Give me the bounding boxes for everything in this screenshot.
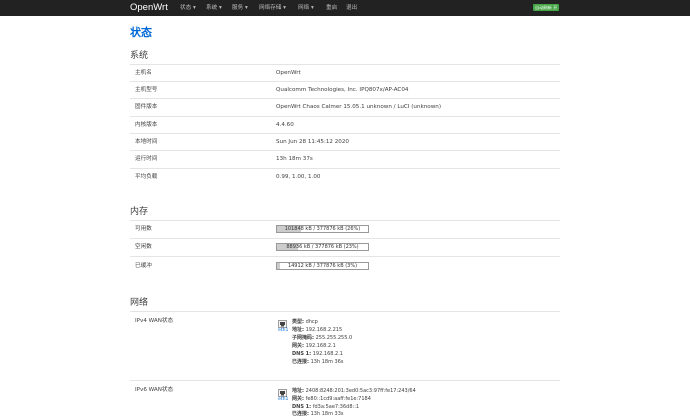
divider (130, 220, 560, 221)
progress-text: 101848 kB / 377876 kB (26%) (284, 226, 361, 232)
field-value: 13h 18m 36s (310, 359, 344, 365)
divider (130, 133, 560, 134)
row-label-mem-free: 空闲数 (135, 244, 152, 250)
ipv4-connected-line: 已连接: 13h 18m 36s (292, 359, 344, 365)
field-value: dhcp (305, 319, 318, 325)
divider (130, 150, 560, 151)
field-value: 192.168.2.1 (305, 343, 336, 349)
menu-status[interactable]: 状态 ▾ (180, 3, 196, 13)
field-value: 192.168.2.1 (312, 351, 343, 357)
row-value-model: Qualcomm Technologies, Inc. IPQ807x/AP-A… (276, 87, 409, 93)
row-label-firmware: 固件版本 (135, 104, 158, 110)
menu-network-label: 网络 (298, 5, 310, 11)
divider (130, 98, 560, 99)
row-label-mem-available: 可用数 (135, 226, 152, 232)
field-key: 已连接: (292, 359, 309, 365)
menu-status-label: 状态 (180, 5, 192, 11)
divider (130, 238, 560, 239)
dropdown-caret-icon: ▾ (310, 5, 314, 11)
menu-services-label: 服务 (232, 5, 244, 11)
menu-nas-label: 网络存储 (259, 5, 282, 11)
divider (130, 116, 560, 117)
progress-bar-mem-available: 101848 kB / 377876 kB (26%) (276, 225, 369, 233)
row-label-localtime: 本地时间 (135, 139, 158, 145)
dropdown-caret-icon: ▾ (218, 5, 222, 11)
field-value: 255.255.255.0 (315, 335, 353, 341)
auto-refresh-badge[interactable]: 自动刷新 开 (533, 4, 560, 11)
progress-text: 14912 kB / 377876 kB (3%) (287, 263, 358, 269)
field-key: 地址: (292, 388, 304, 394)
ipv4-dns-line: DNS 1: 192.168.2.1 (292, 351, 343, 357)
row-value-uptime: 13h 18m 37s (276, 156, 313, 162)
menu-system[interactable]: 系统 ▾ (206, 3, 222, 13)
menu-logout[interactable]: 退出 (346, 3, 357, 13)
divider (130, 168, 560, 169)
field-value: 13h 18m 33s (310, 411, 344, 417)
dropdown-caret-icon: ▾ (283, 5, 286, 11)
ipv4-netmask-line: 子网掩码: 255.255.255.0 (292, 335, 352, 341)
ipv4-address-line: 地址: 192.168.2.215 (292, 327, 342, 333)
progress-text: 88936 kB / 377876 kB (23%) (286, 244, 359, 250)
section-title-system: 系统 (130, 51, 149, 61)
row-value-hostname: OpenWrt (276, 70, 301, 76)
row-label-ipv4-wan: IPv4 WAN状态 (135, 318, 174, 324)
field-value: 2408:8248:201:3ed0:5ac3:97ff:fe17:243/64 (305, 388, 416, 394)
field-key: 网关: (292, 396, 304, 402)
field-key: 类型: (292, 319, 304, 325)
divider (130, 64, 560, 65)
menu-logout-label: 退出 (346, 5, 358, 11)
row-label-uptime: 运行时间 (135, 156, 158, 162)
ipv6-address-line: 地址: 2408:8248:201:3ed0:5ac3:97ff:fe17:24… (292, 388, 416, 394)
ipv6-dns-line: DNS 1: fd3a:5ae7:36d8::1 (292, 404, 359, 410)
dropdown-caret-icon: ▾ (244, 5, 248, 11)
field-key: 已连接: (292, 411, 309, 417)
menu-reboot-label: 重启 (326, 5, 338, 11)
field-key: 地址: (292, 327, 304, 333)
brand-logo[interactable]: OpenWrt (130, 1, 168, 14)
ipv4-gateway-line: 网关: 192.168.2.1 (292, 343, 336, 349)
menu-services[interactable]: 服务 ▾ (232, 3, 248, 13)
network-port-icon (278, 389, 287, 397)
row-label-mem-buffered: 已缓冲 (135, 263, 152, 269)
ipv4-type-line: 类型: dhcp (292, 319, 318, 325)
field-key: 子网掩码: (292, 335, 314, 341)
field-value: fe80::1cd9:aaff:fe1e:7184 (305, 396, 371, 402)
interface-name: eth1 (278, 397, 289, 402)
divider (130, 380, 560, 381)
divider (130, 256, 560, 257)
menu-network[interactable]: 网络 ▾ (298, 3, 314, 13)
ipv6-gateway-line: 网关: fe80::1cd9:aaff:fe1e:7184 (292, 396, 371, 402)
field-value: 192.168.2.215 (305, 327, 343, 333)
field-value: fd3a:5ae7:36d8::1 (312, 404, 360, 410)
row-label-hostname: 主机名 (135, 70, 152, 76)
divider (130, 81, 560, 82)
row-value-load: 0.99, 1.00, 1.00 (276, 174, 321, 180)
row-value-kernel: 4.4.60 (276, 122, 294, 128)
field-key: DNS 1: (292, 404, 312, 410)
field-key: DNS 1: (292, 351, 312, 357)
row-label-ipv6-wan: IPv6 WAN状态 (135, 387, 174, 393)
field-key: 网关: (292, 343, 304, 349)
row-label-model: 主机型号 (135, 87, 158, 93)
dropdown-caret-icon: ▾ (192, 5, 196, 11)
ipv6-connected-line: 已连接: 13h 18m 33s (292, 411, 344, 417)
network-port-icon (278, 320, 287, 328)
section-title-network: 网络 (130, 298, 149, 308)
menu-reboot[interactable]: 重启 (326, 3, 337, 13)
progress-bar-mem-free: 88936 kB / 377876 kB (23%) (276, 243, 369, 251)
top-navbar: OpenWrt 状态 ▾ 系统 ▾ 服务 ▾ 网络存储 ▾ 网络 ▾ 重启 退出… (0, 0, 690, 16)
divider (130, 311, 560, 312)
menu-system-label: 系统 (206, 5, 218, 11)
section-title-memory: 内存 (130, 207, 149, 217)
menu-nas[interactable]: 网络存储 ▾ (259, 3, 286, 13)
row-value-localtime: Sun Jun 28 11:45:12 2020 (276, 139, 349, 145)
interface-name: eth1 (278, 328, 289, 333)
page-title: 状态 (130, 26, 152, 39)
progress-bar-mem-buffered: 14912 kB / 377876 kB (3%) (276, 262, 369, 270)
row-label-kernel: 内核版本 (135, 122, 158, 128)
row-label-load: 平均负载 (135, 174, 158, 180)
row-value-firmware: OpenWrt Chaos Calmer 15.05.1 unknown / L… (276, 104, 442, 110)
